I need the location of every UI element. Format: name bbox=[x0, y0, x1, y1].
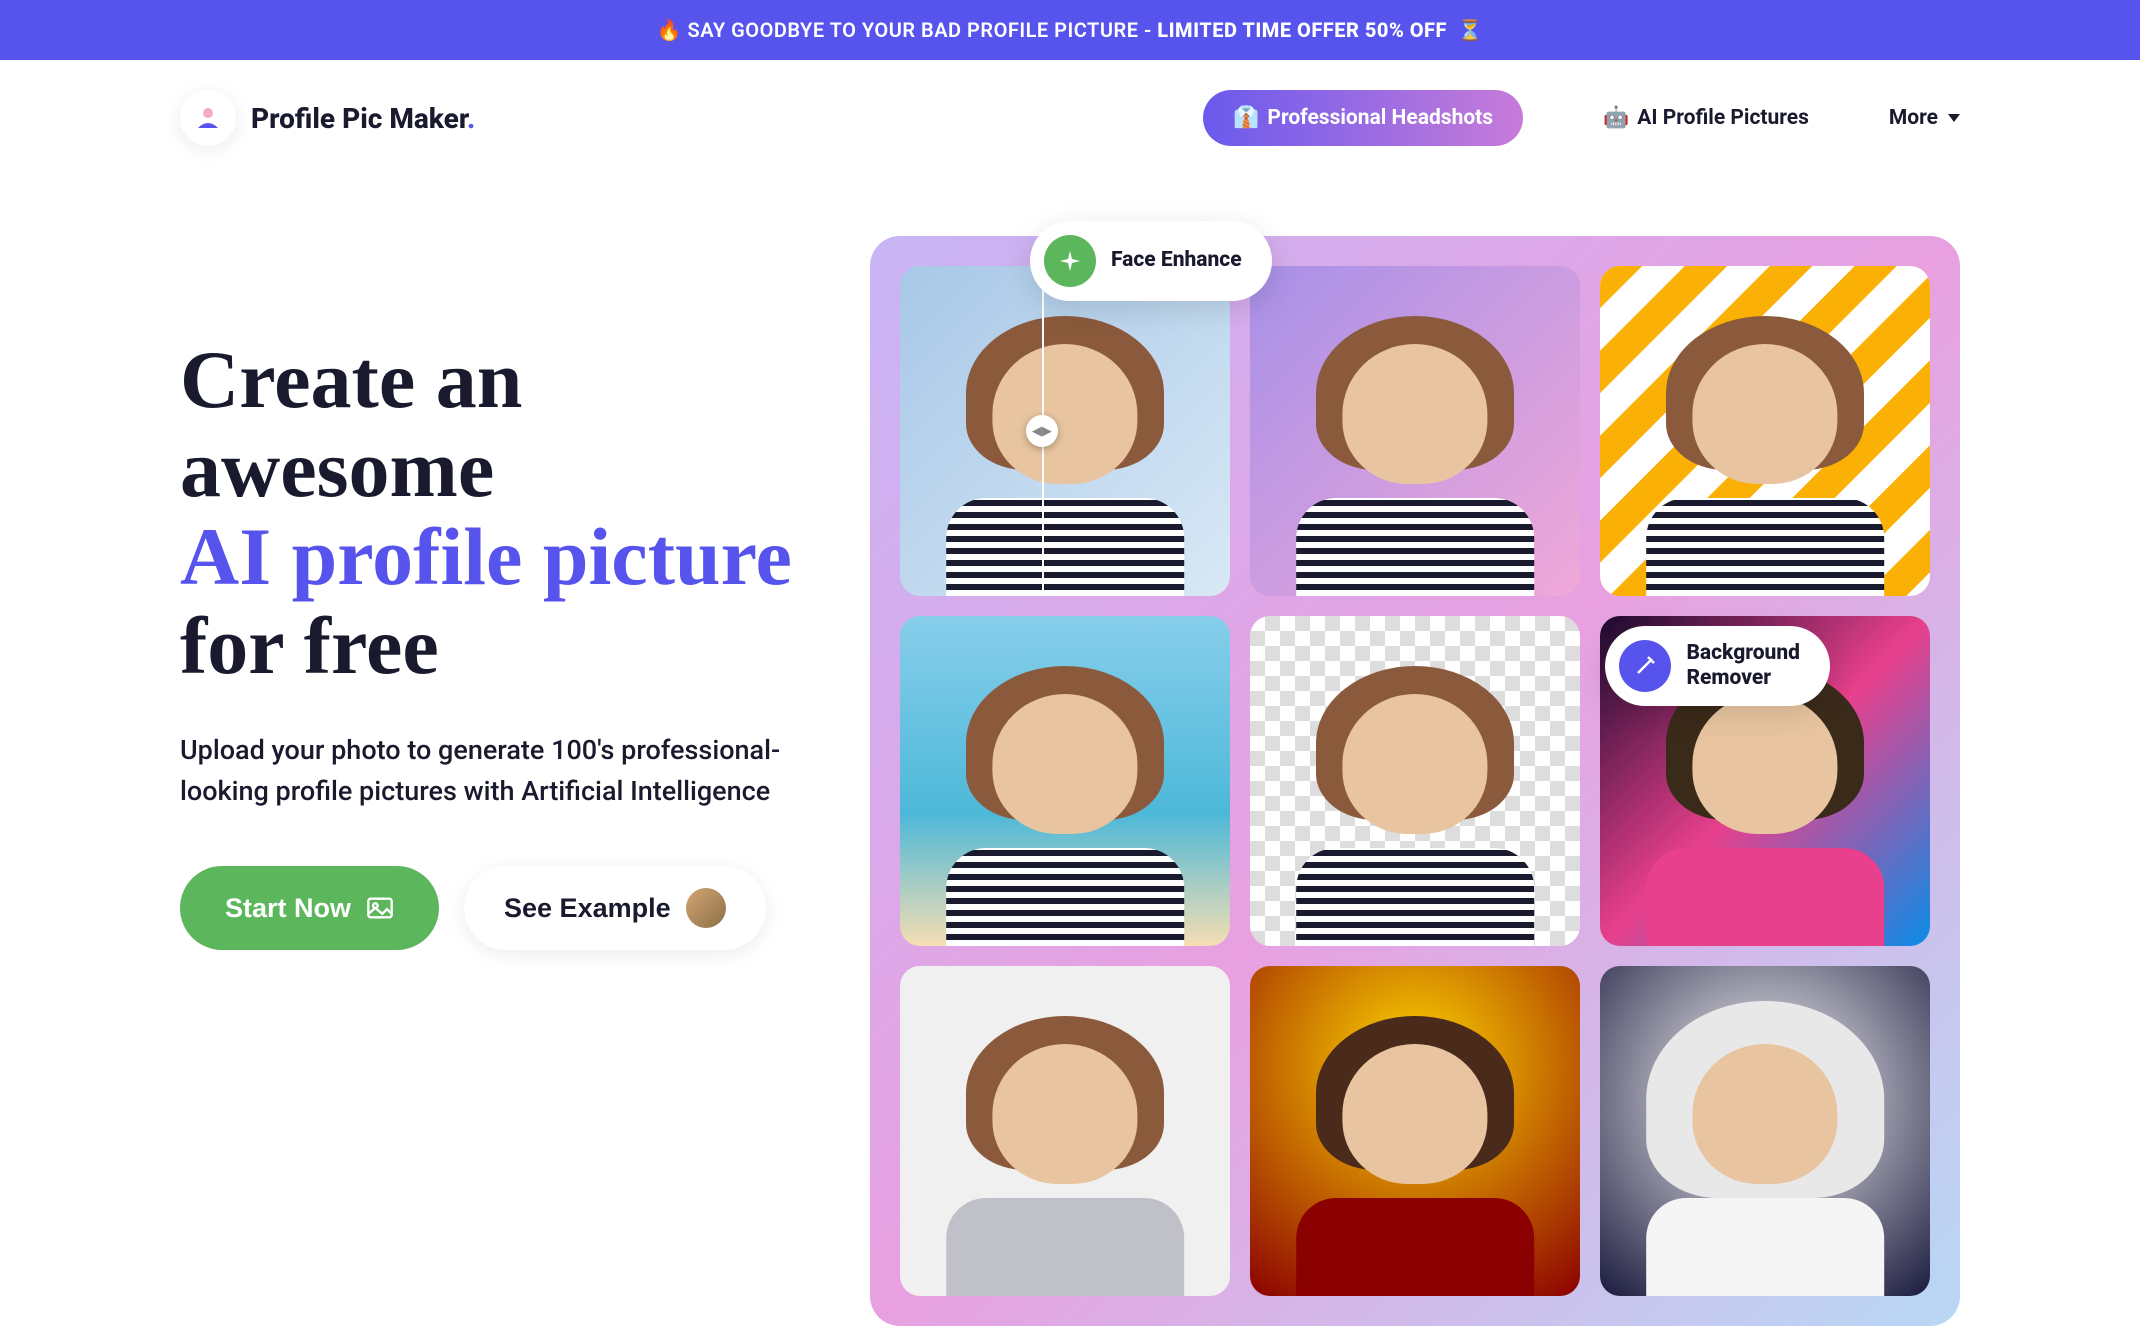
banner-text: SAY GOODBYE TO YOUR BAD PROFILE PICTURE … bbox=[688, 18, 1158, 42]
tile-hero bbox=[1250, 966, 1580, 1296]
tile-compare: ◀▶ bbox=[900, 266, 1230, 596]
robot-icon: 🤖 bbox=[1603, 106, 1629, 130]
nav-headshots-label: Professional Headshots bbox=[1267, 106, 1493, 130]
nav-ai-label: AI Profile Pictures bbox=[1637, 106, 1809, 130]
logo-text: Profile Pic Maker. bbox=[251, 102, 475, 135]
example-label: See Example bbox=[504, 893, 671, 924]
nav-more-label: More bbox=[1889, 106, 1938, 130]
tile-tropical bbox=[900, 616, 1230, 946]
tile-pattern bbox=[1600, 266, 1930, 596]
hero-title: Create an awesome AI profile picture for… bbox=[180, 336, 830, 690]
tile-business bbox=[900, 966, 1230, 1296]
image-icon bbox=[366, 896, 394, 920]
compare-slider-handle[interactable]: ◀▶ bbox=[1026, 415, 1058, 447]
logo[interactable]: Profile Pic Maker. bbox=[180, 90, 475, 146]
hero-subtitle: Upload your photo to generate 100's prof… bbox=[180, 730, 830, 811]
start-label: Start Now bbox=[225, 893, 351, 924]
chevron-down-icon bbox=[1948, 114, 1960, 122]
hero-gallery: Face Enhance BackgroundRemover ◀▶ bbox=[870, 236, 1960, 1326]
nav-ai-pictures-link[interactable]: 🤖 AI Profile Pictures bbox=[1603, 106, 1809, 130]
main-nav: Profile Pic Maker. 👔 Professional Headsh… bbox=[0, 60, 2140, 176]
remover-label: BackgroundRemover bbox=[1686, 641, 1800, 691]
hero-section: Create an awesome AI profile picture for… bbox=[0, 176, 2140, 1326]
hero-content: Create an awesome AI profile picture for… bbox=[180, 216, 830, 1326]
banner-bold: LIMITED TIME OFFER 50% OFF bbox=[1157, 18, 1447, 42]
nav-headshots-button[interactable]: 👔 Professional Headshots bbox=[1203, 90, 1523, 146]
nav-more-dropdown[interactable]: More bbox=[1889, 106, 1960, 130]
see-example-button[interactable]: See Example bbox=[464, 866, 766, 950]
tile-transparent bbox=[1250, 616, 1580, 946]
hero-buttons: Start Now See Example bbox=[180, 866, 830, 950]
logo-icon bbox=[180, 90, 236, 146]
enhance-label: Face Enhance bbox=[1111, 248, 1242, 273]
example-avatar bbox=[686, 888, 726, 928]
face-enhance-chip: Face Enhance bbox=[1030, 221, 1272, 301]
sparkle-icon bbox=[1044, 235, 1096, 287]
wand-icon bbox=[1619, 640, 1671, 692]
hourglass-icon: ⏳ bbox=[1458, 18, 1483, 42]
tile-astronaut bbox=[1600, 966, 1930, 1296]
start-now-button[interactable]: Start Now bbox=[180, 866, 439, 950]
fire-icon: 🔥 bbox=[657, 18, 682, 42]
background-remover-chip: BackgroundRemover bbox=[1605, 626, 1830, 706]
tile-gradient bbox=[1250, 266, 1580, 596]
promo-banner[interactable]: 🔥 SAY GOODBYE TO YOUR BAD PROFILE PICTUR… bbox=[0, 0, 2140, 60]
suit-icon: 👔 bbox=[1233, 106, 1259, 130]
